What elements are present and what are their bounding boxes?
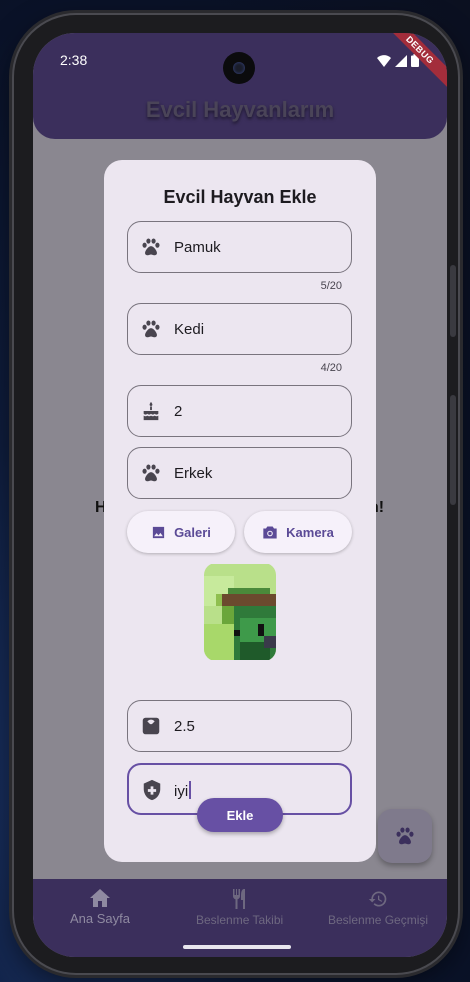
- front-camera: [223, 52, 255, 84]
- pet-type-value: Kedi: [174, 321, 205, 338]
- screen: 2:38 DEBUG Evcil Hayvanlarım H n! Ana Sa…: [33, 33, 447, 957]
- add-pet-fab[interactable]: [378, 809, 432, 863]
- pet-type-counter: 4/20: [320, 362, 342, 374]
- paw-icon: [142, 238, 160, 256]
- pet-weight-value: 2.5: [174, 718, 195, 735]
- dialog-title: Evcil Hayvan Ekle: [163, 187, 317, 207]
- status-icons: [377, 54, 419, 67]
- power-button: [450, 395, 456, 505]
- gallery-button[interactable]: Galeri: [127, 511, 235, 553]
- pet-photo-preview[interactable]: [204, 563, 276, 661]
- status-time: 2:38: [60, 52, 88, 68]
- pet-name-field[interactable]: Pamuk: [127, 221, 352, 273]
- nav-item-home[interactable]: Ana Sayfa: [70, 889, 130, 926]
- nav-label: Beslenme Takibi: [196, 913, 284, 927]
- bottom-navigation: Ana Sayfa Beslenme Takibi Beslenme Geçmi…: [33, 879, 447, 957]
- paw-icon: [142, 320, 160, 338]
- app-title: Evcil Hayvanlarım: [145, 97, 335, 122]
- signal-icon: [395, 54, 407, 67]
- restaurant-icon: [232, 889, 245, 909]
- pet-health-input[interactable]: iyi: [174, 781, 191, 800]
- pet-age-value: 2: [174, 403, 183, 420]
- health-shield-icon: [143, 779, 161, 801]
- pet-gender-value: Erkek: [174, 465, 213, 482]
- home-indicator: [183, 945, 291, 949]
- paw-icon: [396, 827, 414, 845]
- pet-weight-field[interactable]: 2.5: [127, 700, 352, 752]
- gallery-button-label: Galeri: [174, 524, 211, 540]
- pet-name-value: Pamuk: [174, 239, 221, 256]
- app-bar: 2:38 DEBUG Evcil Hayvanlarım: [33, 33, 447, 139]
- add-pet-dialog: Evcil Hayvan Ekle Pamuk 5/20 Kedi 4/20 2…: [104, 160, 376, 862]
- camera-icon: [263, 526, 277, 538]
- pet-type-field[interactable]: Kedi: [127, 303, 352, 355]
- nav-label: Ana Sayfa: [70, 911, 130, 926]
- scale-icon: [142, 717, 160, 735]
- pet-name-counter: 5/20: [320, 280, 342, 292]
- paw-icon: [142, 464, 160, 482]
- pet-gender-field[interactable]: Erkek: [127, 447, 352, 499]
- nav-item-history[interactable]: Beslenme Geçmişi: [328, 889, 428, 927]
- image-icon: [152, 526, 165, 538]
- nav-item-feeding[interactable]: Beslenme Takibi: [196, 889, 283, 927]
- pixel-art-image: [204, 564, 276, 660]
- history-icon: [368, 891, 387, 907]
- text-cursor: [189, 781, 191, 799]
- nav-label: Beslenme Geçmişi: [328, 913, 429, 927]
- camera-button-label: Kamera: [286, 524, 334, 540]
- camera-button[interactable]: Kamera: [244, 511, 352, 553]
- volume-button: [450, 265, 456, 337]
- home-icon: [90, 889, 110, 907]
- pet-age-field[interactable]: 2: [127, 385, 352, 437]
- cake-icon: [143, 401, 159, 421]
- add-button[interactable]: Ekle: [197, 798, 283, 832]
- pet-health-value: iyi: [174, 783, 189, 800]
- wifi-icon: [377, 54, 391, 67]
